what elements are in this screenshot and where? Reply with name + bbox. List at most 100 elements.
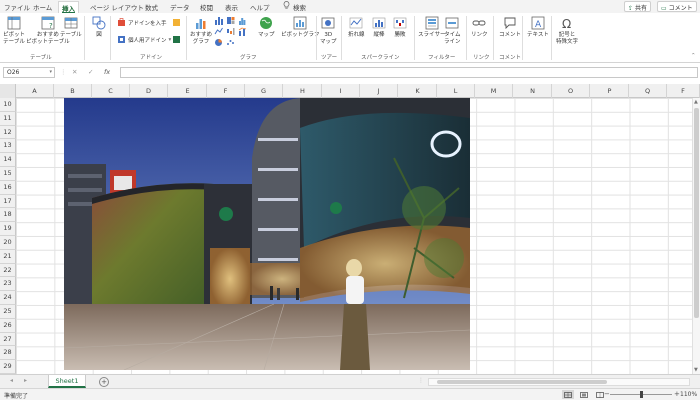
column-header[interactable]: N — [514, 84, 552, 98]
scroll-up-icon[interactable]: ▲ — [694, 99, 698, 105]
tab-insert[interactable]: 挿入 — [58, 1, 79, 14]
column-header[interactable]: M — [475, 84, 513, 98]
tab-data[interactable]: データ — [170, 2, 190, 12]
column-header[interactable]: A — [16, 84, 54, 98]
column-header[interactable]: F — [207, 84, 245, 98]
bing-maps-button[interactable] — [172, 18, 183, 27]
row-header[interactable]: 16 — [0, 180, 16, 195]
sparkline-line-button[interactable]: 折れ線 — [348, 16, 365, 39]
row-header[interactable]: 24 — [0, 291, 16, 305]
waterfall-chart-button[interactable] — [226, 27, 237, 36]
tab-home[interactable]: ホーム — [33, 2, 52, 12]
row-header[interactable]: 22 — [0, 263, 16, 278]
pivot-chart-button[interactable]: ピボットグラフ — [281, 16, 320, 39]
sheet-tab[interactable]: Sheet1 — [48, 375, 86, 388]
pie-chart-button[interactable] — [214, 38, 225, 47]
cancel-icon[interactable]: ✕ — [72, 68, 77, 76]
row-header[interactable]: 12 — [0, 125, 16, 140]
row-header[interactable]: 20 — [0, 236, 16, 250]
row-header[interactable]: 15 — [0, 167, 16, 181]
symbols-button[interactable]: Ω 記号と 特殊文字 — [556, 16, 578, 45]
illustrations-button[interactable]: 図 — [92, 16, 106, 39]
next-sheet-icon[interactable]: ▸ — [24, 377, 27, 384]
3d-map-button[interactable]: 3D マップ — [320, 16, 337, 45]
timeline-button[interactable]: タイム ライン — [444, 16, 461, 45]
pivot-table-button[interactable]: ピボット テーブル — [3, 16, 25, 45]
enter-icon[interactable]: ✓ — [88, 68, 93, 76]
comments-button[interactable]: ▭ コメント — [657, 1, 697, 12]
column-header[interactable]: D — [130, 84, 168, 98]
row-header[interactable]: 10 — [0, 98, 16, 112]
row-header[interactable]: 27 — [0, 332, 16, 347]
tab-file[interactable]: ファイル — [4, 2, 30, 12]
formula-input[interactable] — [120, 67, 698, 78]
sparkline-winloss-button[interactable]: 勝敗 — [393, 16, 407, 39]
zoom-slider-knob[interactable] — [640, 391, 643, 398]
row-header[interactable]: 28 — [0, 346, 16, 361]
page-layout-view-button[interactable] — [578, 390, 590, 399]
insert-function-button[interactable]: fx — [104, 68, 110, 76]
collapse-ribbon-icon[interactable]: ⌃ — [691, 53, 696, 59]
column-header[interactable]: B — [54, 84, 92, 98]
scatter-chart-button[interactable] — [226, 38, 237, 47]
row-header[interactable]: 21 — [0, 249, 16, 264]
people-graph-button[interactable] — [172, 35, 183, 44]
column-header[interactable]: J — [360, 84, 398, 98]
text-button[interactable]: A テキスト — [527, 16, 549, 39]
comment-button[interactable]: コメント — [499, 16, 521, 39]
row-header[interactable]: 11 — [0, 111, 16, 126]
my-addins-button[interactable]: 個人用アドイン ▾ — [117, 35, 171, 44]
slicer-button[interactable]: スライサー — [418, 16, 446, 39]
tab-page-layout[interactable]: ページ レイアウト — [90, 2, 144, 12]
column-header[interactable]: G — [245, 84, 283, 98]
column-header[interactable]: C — [92, 84, 130, 98]
name-box[interactable]: O26 ▾ — [3, 67, 55, 78]
row-header[interactable]: 29 — [0, 360, 16, 374]
row-header[interactable]: 25 — [0, 305, 16, 319]
column-header[interactable]: H — [284, 84, 322, 98]
column-header[interactable]: I — [322, 84, 360, 98]
add-sheet-button[interactable]: + — [99, 377, 109, 387]
recommended-charts-button[interactable]: おすすめ グラフ — [190, 16, 212, 45]
share-button[interactable]: ⇪ 共有 — [624, 1, 652, 12]
statistic-chart-button[interactable] — [238, 16, 249, 25]
column-header[interactable]: L — [437, 84, 475, 98]
zoom-slider[interactable] — [610, 391, 672, 398]
zoom-level[interactable]: 110% — [680, 391, 697, 398]
vertical-scroll-thumb[interactable] — [694, 108, 699, 318]
previous-sheet-icon[interactable]: ◂ — [10, 377, 13, 384]
normal-view-button[interactable] — [562, 390, 574, 399]
tab-review[interactable]: 校閲 — [200, 2, 213, 12]
tab-formulas[interactable]: 数式 — [145, 2, 158, 12]
line-chart-button[interactable] — [214, 27, 225, 36]
select-all-corner[interactable] — [0, 84, 16, 98]
column-header[interactable]: Q — [629, 84, 667, 98]
link-button[interactable]: リンク — [471, 16, 488, 39]
row-header[interactable]: 17 — [0, 194, 16, 209]
tab-view[interactable]: 表示 — [225, 2, 238, 12]
column-header[interactable]: O — [552, 84, 590, 98]
scroll-down-icon[interactable]: ▼ — [694, 367, 698, 373]
tab-help[interactable]: ヘルプ — [250, 2, 270, 12]
tab-search[interactable]: 検索 — [293, 2, 306, 12]
zoom-in-button[interactable]: + — [674, 390, 680, 398]
row-header[interactable]: 18 — [0, 208, 16, 223]
zoom-out-button[interactable]: − — [604, 390, 610, 398]
column-header[interactable]: F — [667, 84, 700, 98]
combo-chart-button[interactable] — [238, 27, 249, 36]
maps-button[interactable]: マップ — [258, 16, 275, 39]
column-header[interactable]: E — [169, 84, 207, 98]
horizontal-scrollbar[interactable] — [428, 378, 690, 386]
horizontal-scroll-thumb[interactable] — [437, 380, 607, 384]
column-header[interactable]: P — [591, 84, 629, 98]
sparkline-column-button[interactable]: 縦棒 — [372, 16, 386, 39]
column-chart-button[interactable] — [214, 16, 225, 25]
row-header[interactable]: 13 — [0, 139, 16, 154]
row-header[interactable]: 26 — [0, 318, 16, 333]
row-header[interactable]: 23 — [0, 277, 16, 292]
get-addins-button[interactable]: アドインを入手 — [117, 18, 167, 27]
column-header[interactable]: K — [399, 84, 437, 98]
vertical-scrollbar[interactable]: ▲ ▼ — [692, 98, 700, 374]
inserted-picture[interactable] — [64, 98, 470, 370]
table-button[interactable]: テーブル — [60, 16, 82, 39]
